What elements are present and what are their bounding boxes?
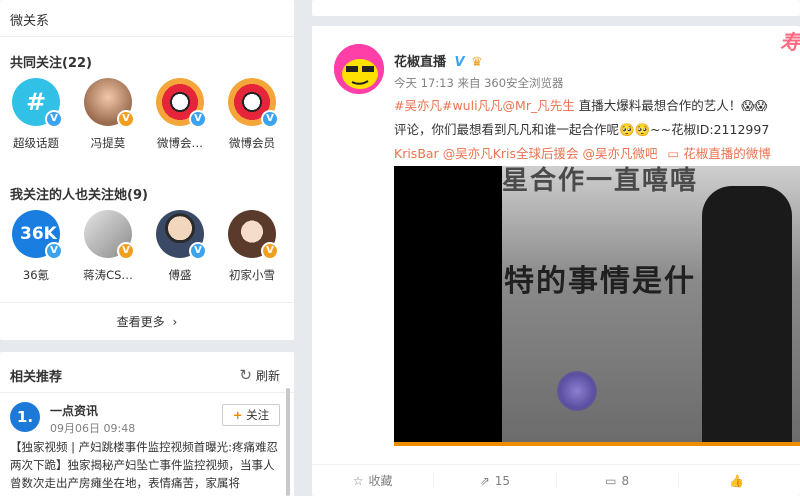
relations-card: 微关系 共同关注(22) # V 超级话题 V 冯提莫 V 微博会… V 微博会… [0, 0, 294, 340]
post-actions: ☆ 收藏 ⇗ 15 ▭ 8 👍 [312, 464, 800, 496]
recommend-name[interactable]: 一点资讯 [50, 402, 98, 419]
mention-link[interactable]: @Mr_凡先生 [503, 98, 575, 113]
see-more-link[interactable]: 查看更多 › [0, 313, 294, 330]
like-button[interactable]: 👍 [679, 474, 800, 488]
recommend-title: 相关推荐 [10, 370, 63, 385]
refresh-icon: ↻ [239, 366, 252, 384]
yidian-logo[interactable]: 1. [10, 402, 40, 432]
avatar[interactable]: V [228, 210, 279, 260]
huajiao-logo-icon [334, 44, 384, 94]
video-caption: 星合作一直嘻嘻 [502, 166, 699, 196]
verified-badge-icon: V [45, 242, 63, 260]
video-caption: 特的事情是什 [504, 264, 696, 299]
post-text: #吴亦凡#wuli凡凡@Mr_凡先生 直播大爆料最想合作的艺人！😱😱 评论，你们… [394, 94, 800, 166]
thumbs-up-icon: 👍 [729, 473, 745, 488]
common-follow-title: 共同关注(22) [10, 56, 92, 71]
favorite-label: 收藏 [368, 474, 393, 488]
refresh-label: 刷新 [255, 368, 280, 383]
post-line-1: #吴亦凡#wuli凡凡@Mr_凡先生 直播大爆料最想合作的艺人！😱😱 [394, 94, 800, 118]
repost-button[interactable]: ⇗ 15 [434, 473, 557, 488]
video-progress-bar[interactable] [394, 442, 800, 446]
video-link-icon: ▭ [667, 146, 680, 161]
post-line-1-text: 直播大爆料最想合作的艺人！😱😱 [574, 98, 768, 113]
chevron-right-icon: › [172, 315, 178, 329]
user-card[interactable]: V 冯提莫 [72, 78, 144, 151]
hash-icon[interactable]: # V [12, 78, 63, 128]
user-card[interactable]: V 微博会… [144, 78, 216, 151]
previous-post-edge [312, 0, 800, 16]
divider [0, 302, 294, 303]
verified-badge-icon: V [189, 110, 207, 128]
divider [0, 392, 294, 393]
user-name[interactable]: 超级话题 [0, 135, 72, 151]
mention-link[interactable]: @吴亦凡微吧 [583, 146, 658, 161]
author-avatar[interactable] [334, 44, 384, 94]
comment-count: 8 [621, 473, 630, 488]
user-card[interactable]: V 傅盛 [144, 210, 216, 283]
verified-v-icon: V [454, 55, 465, 70]
user-name[interactable]: 初家小雪 [216, 267, 288, 283]
post-meta[interactable]: 今天 17:13 来自 360安全浏览器 [394, 75, 564, 91]
36kr-logo[interactable]: 36K V [12, 210, 63, 260]
repost-icon: ⇗ [479, 473, 490, 488]
user-card[interactable]: V 初家小雪 [216, 210, 288, 283]
verified-badge-icon: V [117, 110, 135, 128]
post-line-3: KrisBar @吴亦凡Kris全球后援会 @吴亦凡微吧 ▭ 花椒直播的微博 [394, 142, 800, 166]
scrollbar[interactable] [286, 388, 290, 496]
common-follow-list: # V 超级话题 V 冯提莫 V 微博会… V 微博会员 [0, 78, 294, 151]
relations-title: 微关系 [10, 14, 50, 29]
user-name[interactable]: 傅盛 [144, 267, 216, 283]
avatar[interactable]: V [84, 78, 135, 128]
post-line-2: 评论，你们最想看到凡凡和谁一起合作呢🥺🥺~~花椒ID:2112997 [394, 122, 770, 137]
mention-link[interactable]: KrisBar [394, 146, 439, 161]
user-name[interactable]: 微博会… [144, 135, 216, 151]
author-name-text: 花椒直播 [394, 55, 447, 70]
topic-link[interactable]: #吴亦凡#wuli凡凡 [394, 98, 503, 113]
video-player[interactable]: 星合作一直嘻嘻 特的事情是什 [394, 166, 800, 446]
verified-badge-icon: V [261, 110, 279, 128]
verified-badge-icon: V [189, 242, 207, 260]
avatar[interactable]: V [84, 210, 135, 260]
follow-label: 关注 [246, 408, 270, 422]
repost-count: 15 [494, 473, 511, 488]
comment-icon: ▭ [605, 473, 617, 488]
video-frame: 星合作一直嘻嘻 特的事情是什 [502, 166, 800, 446]
also-follow-list: 36K V 36氪 V 蒋涛CS… V 傅盛 V 初家小雪 [0, 210, 294, 283]
user-card[interactable]: 36K V 36氪 [0, 210, 72, 283]
star-icon: ☆ [352, 473, 364, 488]
vip-crown-icon: ♛ [471, 55, 483, 70]
video-light-orb [557, 371, 597, 411]
refresh-button[interactable]: ↻ 刷新 [239, 366, 280, 384]
weibo-eye-icon[interactable]: V [156, 78, 207, 128]
user-card[interactable]: V 微博会员 [216, 78, 288, 151]
mention-link[interactable]: @吴亦凡Kris全球后援会 [443, 146, 579, 161]
weibo-eye-icon[interactable]: V [228, 78, 279, 128]
video-person [702, 186, 792, 446]
weibo-post: 寿 花椒直播 V ♛ 今天 17:13 来自 360安全浏览器 #吴亦凡#wul… [312, 26, 800, 496]
see-more-label: 查看更多 [116, 315, 165, 329]
plus-icon: + [232, 408, 243, 422]
user-name[interactable]: 蒋涛CS… [72, 267, 144, 283]
user-card[interactable]: V 蒋涛CS… [72, 210, 144, 283]
user-name[interactable]: 冯提莫 [72, 135, 144, 151]
also-follow-title: 我关注的人也关注她(9) [10, 188, 148, 203]
verified-badge-icon: V [117, 242, 135, 260]
recommend-time: 09月06日 09:48 [50, 422, 136, 435]
user-name[interactable]: 36氪 [0, 267, 72, 283]
video-source-link[interactable]: 花椒直播的微博 [683, 146, 771, 161]
comment-button[interactable]: ▭ 8 [557, 473, 679, 488]
brand-mark: 寿 [780, 30, 800, 54]
favorite-button[interactable]: ☆ 收藏 [312, 472, 435, 489]
follow-button[interactable]: + 关注 [222, 404, 280, 426]
recommend-card: 相关推荐 ↻ 刷新 1. 一点资讯 09月06日 09:48 + 关注 【独家视… [0, 352, 294, 496]
avatar[interactable]: V [156, 210, 207, 260]
author-name[interactable]: 花椒直播 V ♛ [394, 51, 483, 70]
divider [0, 36, 294, 37]
recommend-text[interactable]: 【独家视频 | 产妇跳楼事件监控视频首曝光:疼痛难忍两次下跪】独家揭秘产妇坠亡事… [10, 438, 284, 492]
verified-badge-icon: V [261, 242, 279, 260]
verified-badge-icon: V [45, 110, 63, 128]
user-card[interactable]: # V 超级话题 [0, 78, 72, 151]
user-name[interactable]: 微博会员 [216, 135, 288, 151]
